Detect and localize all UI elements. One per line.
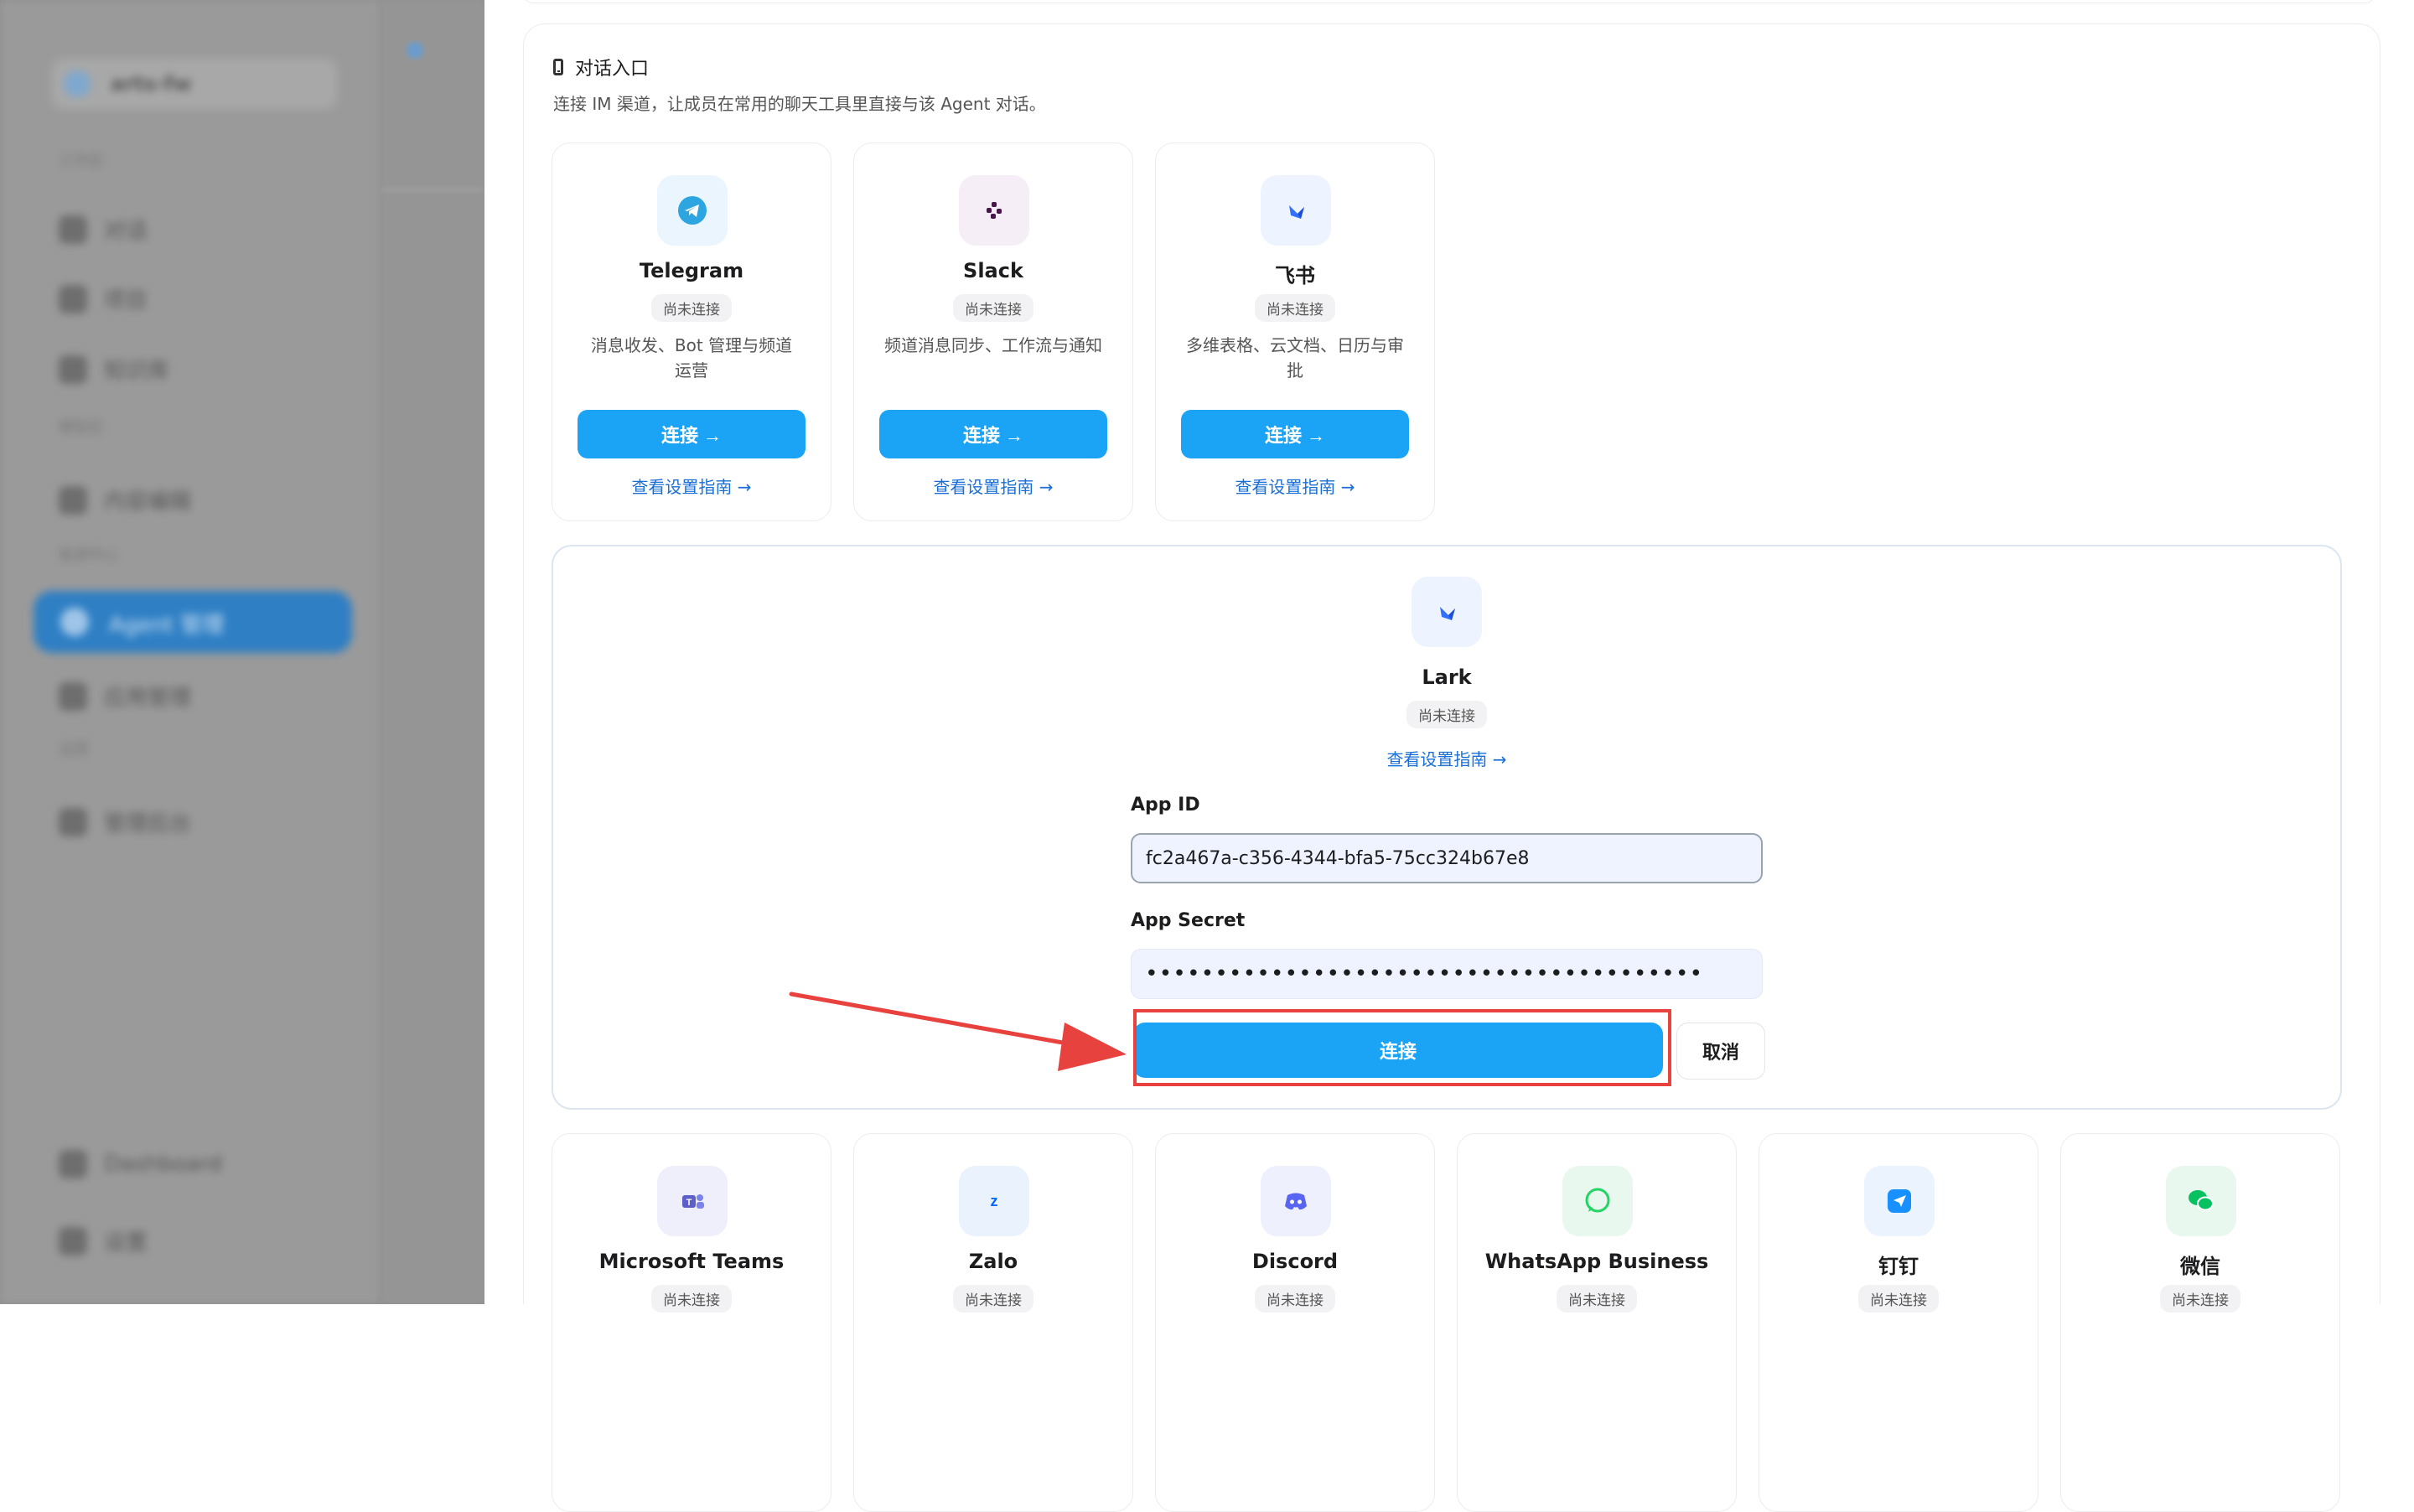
lark-title: Lark: [1422, 665, 1472, 689]
status-badge: 尚未连接: [1406, 701, 1487, 728]
discord-icon: [1261, 1166, 1331, 1236]
app-secret-label: App Secret: [1131, 910, 1246, 931]
channel-name: Slack: [963, 259, 1023, 282]
folder-icon: [59, 284, 87, 313]
background-main: [381, 0, 484, 1304]
channel-card-zalo: z Zalo 尚未连接: [853, 1133, 1133, 1512]
app-secret-input[interactable]: [1131, 949, 1763, 999]
lark-icon: [1412, 577, 1482, 647]
connect-button[interactable]: 连接 →: [1181, 410, 1409, 458]
setup-guide-link[interactable]: 查看设置指南 →: [1156, 474, 1434, 498]
svg-text:T: T: [686, 1198, 692, 1208]
status-badge: 尚未连接: [1557, 1285, 1637, 1313]
sidebar-item: Dashboard: [59, 1150, 222, 1178]
status-badge: 尚未连接: [953, 294, 1033, 322]
workspace-switcher: arts-fw: [52, 59, 337, 109]
previous-section-card: [523, 0, 2375, 3]
channel-card-telegram: Telegram 尚未连接 消息收发、Bot 管理与频道运营 连接 → 查看设置…: [552, 142, 831, 521]
chart-icon: [59, 807, 87, 836]
channel-card-discord: Discord 尚未连接: [1155, 1133, 1435, 1512]
channel-description: 多维表格、云文档、日历与审批: [1186, 335, 1404, 381]
sidebar-item: 设置: [59, 1225, 148, 1256]
status-badge: 尚未连接: [1858, 1285, 1939, 1313]
channel-name: Telegram: [639, 259, 744, 282]
phone-icon: [553, 59, 563, 75]
channel-card-dingtalk: 钉钉 尚未连接: [1759, 1133, 2038, 1512]
sidebar-group-label: 模型区: [59, 419, 104, 437]
channel-name: 微信: [2180, 1255, 2220, 1278]
app-id-label: App ID: [1131, 795, 1200, 816]
dingtalk-icon: [1864, 1166, 1935, 1236]
connect-button[interactable]: 连接 →: [578, 410, 806, 458]
chat-icon: [59, 215, 87, 244]
status-badge: 尚未连接: [953, 1285, 1033, 1313]
teams-icon: T: [657, 1166, 728, 1236]
status-badge: 尚未连接: [1255, 1285, 1335, 1313]
setup-guide-link[interactable]: 查看设置指南 →: [1321, 746, 1572, 770]
channel-name: Discord: [1251, 1250, 1339, 1273]
connect-button[interactable]: 连接 →: [879, 410, 1107, 458]
setup-guide-link[interactable]: 查看设置指南 →: [552, 474, 831, 498]
background-tab-icon: [407, 42, 423, 59]
status-badge: 尚未连接: [651, 1285, 732, 1313]
book-icon: [59, 355, 87, 384]
cancel-button[interactable]: 取消: [1676, 1023, 1765, 1080]
app-id-input[interactable]: [1131, 833, 1763, 883]
background-divider: [381, 189, 484, 191]
workspace-avatar: [64, 70, 91, 97]
channel-card-slack: Slack 尚未连接 频道消息同步、工作流与通知 连接 → 查看设置指南 →: [853, 142, 1133, 521]
sidebar-group-label: 工作区: [59, 153, 104, 170]
channel-name: Microsoft Teams: [598, 1250, 785, 1273]
channel-name: Zalo: [968, 1250, 1018, 1273]
channel-card-teams: T Microsoft Teams 尚未连接: [552, 1133, 831, 1512]
sidebar-group-label: 运营: [59, 741, 89, 759]
channel-description: 消息收发、Bot 管理与频道运营: [590, 335, 793, 381]
channel-name: WhatsApp Business: [1484, 1250, 1709, 1273]
sidebar-item: 管理后台: [59, 806, 191, 837]
workspace-name: arts-fw: [111, 72, 192, 96]
section-subtitle: 连接 IM 渠道，让成员在常用的聊天工具里直接与该 Agent 对话。: [553, 94, 1046, 114]
channel-description: 频道消息同步、工作流与通知: [884, 335, 1102, 355]
sidebar: arts-fw 工作区 对话 项目 知识库 模型区 内容编辑 能源中心 Agen…: [0, 0, 381, 1304]
status-badge: 尚未连接: [2160, 1285, 2240, 1313]
status-badge: 尚未连接: [651, 294, 732, 322]
channel-card-whatsapp: WhatsApp Business 尚未连接: [1457, 1133, 1737, 1512]
wechat-icon: [2166, 1166, 2236, 1236]
channel-card-wechat: 微信 尚未连接: [2060, 1133, 2340, 1512]
sidebar-group-label: 能源中心: [59, 546, 119, 564]
status-badge: 尚未连接: [1255, 294, 1335, 322]
sidebar-item-active: Agent 管理: [34, 591, 352, 653]
sidebar-item: 应用管理: [59, 681, 191, 712]
background-overlay: arts-fw 工作区 对话 项目 知识库 模型区 内容编辑 能源中心 Agen…: [0, 0, 484, 1304]
setup-guide-link[interactable]: 查看设置指南 →: [854, 474, 1132, 498]
gear-icon: [59, 1226, 87, 1256]
external-link-icon: [59, 1150, 87, 1178]
highlight-box: [1133, 1009, 1671, 1086]
zalo-icon: z: [959, 1166, 1029, 1236]
sidebar-item: 项目: [59, 283, 148, 314]
agent-icon: [60, 608, 89, 636]
sidebar-item: 内容编辑: [59, 484, 191, 515]
feishu-icon: [1261, 175, 1331, 246]
svg-text:z: z: [991, 1193, 998, 1209]
sidebar-item: 对话: [59, 214, 148, 245]
section-title: 对话入口: [553, 54, 649, 80]
sidebar-item: 知识库: [59, 354, 169, 385]
edit-icon: [59, 485, 87, 515]
channel-name: 钉钉: [1878, 1255, 1919, 1278]
channel-card-feishu: 飞书 尚未连接 多维表格、云文档、日历与审批 连接 → 查看设置指南 →: [1155, 142, 1435, 521]
annotation-arrow: [789, 992, 1127, 1071]
telegram-icon: [657, 175, 728, 246]
whatsapp-icon: [1562, 1166, 1633, 1236]
slack-icon: [959, 175, 1029, 246]
apps-icon: [59, 681, 87, 711]
channel-name: 飞书: [1275, 264, 1315, 287]
